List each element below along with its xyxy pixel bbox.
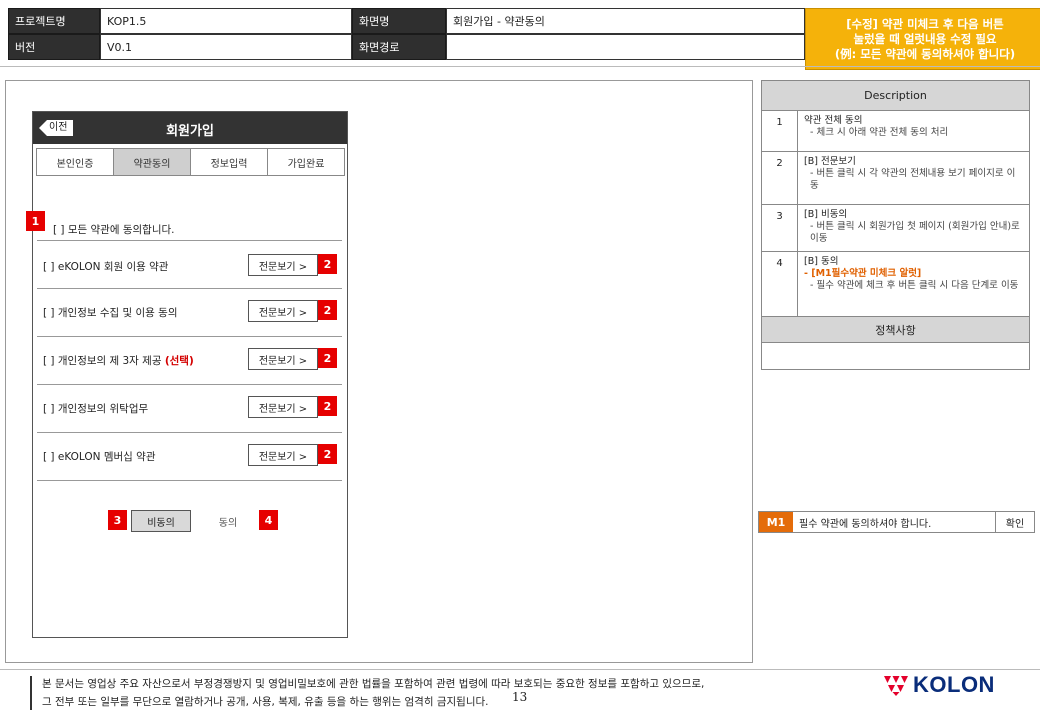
page-number: 13 <box>512 690 528 704</box>
description-panel: Description 1 약관 전체 동의 - 체크 시 아래 약관 전체 동… <box>761 80 1030 370</box>
description-number: 2 <box>762 152 798 204</box>
term-checkbox[interactable]: [ ] eKOLON 회원 이용 약관 <box>43 259 168 274</box>
term-row: [ ] eKOLON 멤버십 약관 전문보기 > <box>43 444 343 468</box>
description-body: 약관 전체 동의 - 체크 시 아래 약관 전체 동의 처리 <box>798 111 1029 151</box>
description-heading: Description <box>762 81 1029 111</box>
kolon-logo: KOLON <box>883 672 995 698</box>
description-title: [B] 동의 <box>804 256 839 267</box>
divider <box>37 384 342 385</box>
path-label: 화면경로 <box>352 34 446 60</box>
description-detail: - 필수 약관에 체크 후 버튼 클릭 시 다음 단계로 이동 <box>810 280 1019 291</box>
term-row: [ ] 개인정보의 제 3자 제공 (선택) 전문보기 > <box>43 348 343 372</box>
step-verify: 본인인증 <box>36 148 114 176</box>
disagree-button[interactable]: 비동의 <box>131 510 191 532</box>
term-checkbox[interactable]: [ ] 개인정보의 제 3자 제공 (선택) <box>43 353 194 368</box>
version-value: V0.1 <box>100 34 352 60</box>
page-title: 회원가입 <box>166 124 214 139</box>
step-terms: 약관동의 <box>113 148 191 176</box>
project-value: KOP1.5 <box>100 8 352 34</box>
alert-tag: M1 <box>759 512 793 532</box>
agree-all-checkbox[interactable]: [ ] 모든 약관에 동의합니다. <box>53 222 174 237</box>
action-buttons: 비동의 동의 <box>33 510 349 532</box>
description-row: 4 [B] 동의 - [M1필수약관 미체크 알럿] - 필수 약관에 체크 후… <box>762 252 1029 317</box>
annotation-badge-2: 2 <box>318 444 337 464</box>
annotation-badge-3: 3 <box>108 510 127 530</box>
term-row: [ ] 개인정보 수집 및 이용 동의 전문보기 > <box>43 300 343 324</box>
view-full-button[interactable]: 전문보기 > <box>248 348 318 370</box>
kolon-logo-text: KOLON <box>913 672 995 697</box>
divider <box>37 336 342 337</box>
confidentiality-line1: 본 문서는 영업상 주요 자산으로서 부정경쟁방지 및 영업비밀보호에 관한 법… <box>42 678 705 690</box>
alert-message-m1: M1 필수 약관에 동의하셔야 합니다. 확인 <box>758 511 1035 533</box>
project-label: 프로젝트명 <box>8 8 100 34</box>
description-body: [B] 전문보기 - 버튼 클릭 시 각 약관의 전체내용 보기 페이지로 이동 <box>798 152 1029 204</box>
view-full-button[interactable]: 전문보기 > <box>248 444 318 466</box>
term-label: [ ] eKOLON 회원 이용 약관 <box>43 261 169 273</box>
footer-divider <box>0 669 1040 670</box>
phone-screen: 이전 회원가입 본인인증 약관동의 정보입력 가입완료 [ ] 모든 약관에 동… <box>32 111 348 638</box>
description-row: 1 약관 전체 동의 - 체크 시 아래 약관 전체 동의 처리 <box>762 111 1029 152</box>
description-detail: - 버튼 클릭 시 각 약관의 전체내용 보기 페이지로 이동 <box>810 168 1016 191</box>
confidentiality-line2: 그 전부 또는 일부를 무단으로 열람하거나 공개, 사용, 복제, 유출 등을… <box>42 696 489 708</box>
term-checkbox[interactable]: [ ] 개인정보 수집 및 이용 동의 <box>43 305 177 320</box>
description-detail: - 버튼 클릭 시 회원가입 첫 페이지 (회원가입 안내)로 이동 <box>810 221 1020 244</box>
header-divider <box>0 66 1040 67</box>
annotation-badge-2: 2 <box>318 254 337 274</box>
view-full-button[interactable]: 전문보기 > <box>248 300 318 322</box>
divider <box>37 240 342 241</box>
description-row: 2 [B] 전문보기 - 버튼 클릭 시 각 약관의 전체내용 보기 페이지로 … <box>762 152 1029 205</box>
optional-tag: (선택) <box>164 355 194 367</box>
term-row: [ ] 개인정보의 위탁업무 전문보기 > <box>43 396 343 420</box>
policy-heading: 정책사항 <box>762 317 1029 343</box>
description-number: 3 <box>762 205 798 251</box>
description-title: [B] 비동의 <box>804 209 848 220</box>
term-checkbox[interactable]: [ ] 개인정보의 위탁업무 <box>43 401 148 416</box>
revision-note-line1: [수정] 약관 미체크 후 다음 버튼 <box>846 17 1004 31</box>
revision-note-line2: 눌렀을 때 얼럿내용 수정 필요 <box>853 32 997 46</box>
description-title: [B] 전문보기 <box>804 156 856 167</box>
path-value <box>446 34 805 60</box>
doc-header: 프로젝트명 KOP1.5 화면명 회원가입 - 약관동의 버전 V0.1 화면경… <box>8 8 1040 70</box>
annotation-badge-2: 2 <box>318 348 337 368</box>
term-label: [ ] 개인정보의 제 3자 제공 <box>43 355 165 367</box>
version-label: 버전 <box>8 34 100 60</box>
step-info: 정보입력 <box>190 148 268 176</box>
description-warning: - [M1필수약관 미체크 알럿] <box>804 268 922 279</box>
alert-confirm-button[interactable]: 확인 <box>996 512 1034 532</box>
view-full-button[interactable]: 전문보기 > <box>248 254 318 276</box>
description-body: [B] 동의 - [M1필수약관 미체크 알럿] - 필수 약관에 체크 후 버… <box>798 252 1029 316</box>
kolon-mark-icon <box>884 676 908 696</box>
annotation-badge-2: 2 <box>318 300 337 320</box>
description-number: 1 <box>762 111 798 151</box>
term-label: [ ] eKOLON 멤버십 약관 <box>43 451 156 463</box>
description-title: 약관 전체 동의 <box>804 115 863 126</box>
screen-label: 화면명 <box>352 8 446 34</box>
term-label: [ ] 개인정보의 위탁업무 <box>43 403 149 415</box>
confidentiality-notice: 본 문서는 영업상 주요 자산으로서 부정경쟁방지 및 영업비밀보호에 관한 법… <box>42 675 704 711</box>
term-checkbox[interactable]: [ ] eKOLON 멤버십 약관 <box>43 449 155 464</box>
annotation-badge-4: 4 <box>259 510 278 530</box>
screen-value: 회원가입 - 약관동의 <box>446 8 805 34</box>
description-detail: - 체크 시 아래 약관 전체 동의 처리 <box>810 127 949 138</box>
policy-body <box>762 343 1029 369</box>
description-number: 4 <box>762 252 798 316</box>
annotation-badge-2: 2 <box>318 396 337 416</box>
app-title-bar: 이전 회원가입 <box>33 112 347 144</box>
annotation-badge-1: 1 <box>26 211 45 231</box>
revision-note: [수정] 약관 미체크 후 다음 버튼 눌렀을 때 얼럿내용 수정 필요 (例:… <box>805 8 1040 70</box>
view-full-button[interactable]: 전문보기 > <box>248 396 318 418</box>
term-row: [ ] eKOLON 회원 이용 약관 전문보기 > <box>43 254 343 278</box>
divider <box>37 288 342 289</box>
term-label: [ ] 개인정보 수집 및 이용 동의 <box>43 307 178 319</box>
divider <box>37 480 342 481</box>
signup-steps: 본인인증 약관동의 정보입력 가입완료 <box>36 148 345 176</box>
description-body: [B] 비동의 - 버튼 클릭 시 회원가입 첫 페이지 (회원가입 안내)로 … <box>798 205 1029 251</box>
alert-text: 필수 약관에 동의하셔야 합니다. <box>793 512 996 532</box>
footer-accent-bar <box>30 676 32 710</box>
step-complete: 가입완료 <box>267 148 345 176</box>
divider <box>37 432 342 433</box>
description-row: 3 [B] 비동의 - 버튼 클릭 시 회원가입 첫 페이지 (회원가입 안내)… <box>762 205 1029 252</box>
revision-note-line3: (例: 모든 약관에 동의하셔야 합니다) <box>834 47 1016 61</box>
agree-button[interactable]: 동의 <box>198 510 258 532</box>
